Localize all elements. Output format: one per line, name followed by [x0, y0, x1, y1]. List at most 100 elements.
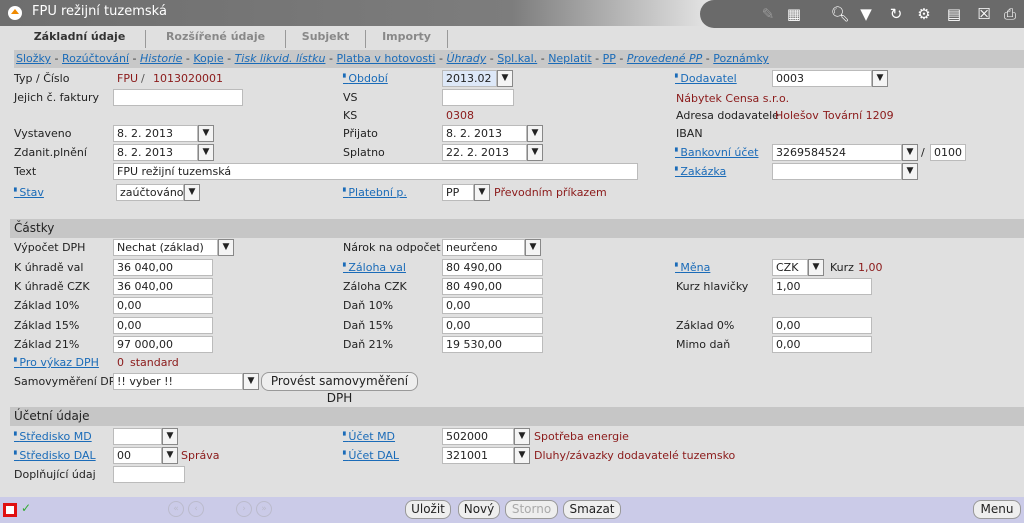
- ulozit-button[interactable]: Uložit: [405, 500, 451, 519]
- mena-select[interactable]: CZK: [772, 259, 808, 276]
- stop-icon[interactable]: [3, 503, 17, 517]
- mimo-input[interactable]: 0,00: [772, 336, 872, 353]
- chevron-down-icon[interactable]: ▼: [902, 163, 918, 180]
- document-icon[interactable]: ▤: [944, 5, 964, 23]
- user-settings-icon[interactable]: ⚙: [914, 5, 934, 23]
- kuhrade-val-input[interactable]: 36 040,00: [113, 259, 213, 276]
- ucet-dal-link[interactable]: Účet DAL: [343, 447, 399, 464]
- link-slozky[interactable]: Složky: [16, 52, 51, 65]
- storno-button[interactable]: Storno: [505, 500, 558, 519]
- smazat-button[interactable]: Smazat: [563, 500, 621, 519]
- chevron-down-icon[interactable]: ▼: [527, 125, 543, 142]
- zaloha-val-input[interactable]: 80 490,00: [442, 259, 543, 276]
- filter-check-icon[interactable]: ✓: [21, 501, 31, 515]
- search-icon[interactable]: 🔍︎: [830, 5, 850, 23]
- obdobi-select[interactable]: 2013.02: [442, 70, 497, 87]
- ucet-md-input[interactable]: 502000: [442, 428, 514, 445]
- zakazka-link[interactable]: Zakázka: [675, 163, 726, 180]
- excel-icon[interactable]: ☒: [974, 5, 994, 23]
- chevron-down-icon[interactable]: ▼: [162, 428, 178, 445]
- print-icon[interactable]: ⎙: [1000, 5, 1020, 23]
- app-logo-icon[interactable]: [8, 6, 22, 20]
- text-input[interactable]: FPU režijní tuzemská: [113, 163, 638, 180]
- chevron-down-icon[interactable]: ▼: [902, 144, 918, 161]
- zaklad15-input[interactable]: 0,00: [113, 317, 213, 334]
- chevron-down-icon[interactable]: ▼: [497, 70, 513, 87]
- bankovni-ucet-input[interactable]: 3269584524: [772, 144, 902, 161]
- zdanit-input[interactable]: 8. 2. 2013: [113, 144, 198, 161]
- chevron-down-icon[interactable]: ▼: [198, 144, 214, 161]
- menu-button[interactable]: Menu: [973, 500, 1021, 519]
- narok-select[interactable]: neurčeno: [442, 239, 525, 256]
- link-splkal[interactable]: Spl.kal.: [497, 52, 537, 65]
- doplnujici-input[interactable]: [113, 466, 185, 483]
- chevron-down-icon[interactable]: ▼: [218, 239, 234, 256]
- stredisko-md-link[interactable]: Středisko MD: [14, 428, 91, 445]
- platebni-link[interactable]: Platební p.: [343, 184, 407, 201]
- link-provedene-pp[interactable]: Provedené PP: [627, 52, 702, 65]
- zaklad21-input[interactable]: 97 000,00: [113, 336, 213, 353]
- chevron-down-icon[interactable]: ▼: [514, 428, 530, 445]
- tab-importy[interactable]: Importy: [366, 30, 448, 48]
- dan10-input[interactable]: 0,00: [442, 297, 543, 314]
- chevron-down-icon[interactable]: ▼: [198, 125, 214, 142]
- refresh-icon[interactable]: ↻: [886, 5, 906, 23]
- stredisko-dal-input[interactable]: 00: [113, 447, 162, 464]
- link-poznamky[interactable]: Poznámky: [713, 52, 769, 65]
- samovymereni-button[interactable]: Provést samovyměření DPH: [261, 372, 418, 405]
- vs-input[interactable]: [442, 89, 514, 106]
- faktura-input[interactable]: [113, 89, 243, 106]
- zakazka-input[interactable]: [772, 163, 902, 180]
- kurzh-input[interactable]: 1,00: [772, 278, 872, 295]
- banka-input[interactable]: 0100: [930, 144, 966, 161]
- dodavatel-link[interactable]: Dodavatel: [675, 70, 736, 87]
- vystaveno-input[interactable]: 8. 2. 2013: [113, 125, 198, 142]
- ucet-md-link[interactable]: Účet MD: [343, 428, 395, 445]
- obdobi-link[interactable]: Období: [343, 70, 387, 87]
- next-icon[interactable]: ›: [236, 501, 252, 517]
- dan15-input[interactable]: 0,00: [442, 317, 543, 334]
- chevron-down-icon[interactable]: ▼: [243, 373, 259, 390]
- chevron-down-icon[interactable]: ▼: [514, 447, 530, 464]
- tab-subjekt[interactable]: Subjekt: [286, 30, 366, 48]
- stav-select[interactable]: zaúčtováno: [116, 184, 184, 201]
- table-icon[interactable]: ▦: [784, 5, 804, 23]
- stav-link[interactable]: Stav: [14, 184, 44, 201]
- splatno-input[interactable]: 22. 2. 2013: [442, 144, 527, 161]
- zaklad10-input[interactable]: 0,00: [113, 297, 213, 314]
- dodavatel-input[interactable]: 0003: [772, 70, 872, 87]
- bankovni-ucet-link[interactable]: Bankovní účet: [675, 144, 758, 161]
- chevron-down-icon[interactable]: ▼: [808, 259, 824, 276]
- stredisko-md-input[interactable]: [113, 428, 162, 445]
- link-kopie[interactable]: Kopie: [193, 52, 223, 65]
- kuhrade-czk-input[interactable]: 36 040,00: [113, 278, 213, 295]
- edit-icon[interactable]: ✎: [758, 5, 778, 23]
- link-historie[interactable]: Historie: [140, 52, 182, 65]
- link-neplatit[interactable]: Neplatit: [548, 52, 591, 65]
- stredisko-dal-link[interactable]: Středisko DAL: [14, 447, 95, 464]
- mena-link[interactable]: Měna: [675, 259, 710, 276]
- link-pp[interactable]: PP: [603, 52, 616, 65]
- last-icon[interactable]: »: [256, 501, 272, 517]
- link-uhrady[interactable]: Úhrady: [446, 52, 486, 65]
- zaloha-val-link[interactable]: Záloha val: [343, 259, 406, 276]
- dan21-input[interactable]: 19 530,00: [442, 336, 543, 353]
- platebni-select[interactable]: PP: [442, 184, 474, 201]
- chevron-down-icon[interactable]: ▼: [474, 184, 490, 201]
- vypocet-select[interactable]: Nechat (základ): [113, 239, 218, 256]
- link-platba[interactable]: Platba v hotovosti: [336, 52, 435, 65]
- zaklad0-input[interactable]: 0,00: [772, 317, 872, 334]
- tab-rozsirene-udaje[interactable]: Rozšířené údaje: [146, 30, 286, 48]
- ucet-dal-input[interactable]: 321001: [442, 447, 514, 464]
- vykaz-link[interactable]: Pro výkaz DPH: [14, 354, 99, 371]
- chevron-down-icon[interactable]: ▼: [527, 144, 543, 161]
- chevron-down-icon[interactable]: ▼: [184, 184, 200, 201]
- filter-icon[interactable]: ▼: [856, 5, 876, 23]
- prijato-input[interactable]: 8. 2. 2013: [442, 125, 527, 142]
- samo-select[interactable]: !! vyber !!: [113, 373, 243, 390]
- first-icon[interactable]: «: [168, 501, 184, 517]
- chevron-down-icon[interactable]: ▼: [525, 239, 541, 256]
- link-tisk[interactable]: Tisk likvid. lístku: [235, 52, 326, 65]
- zaloha-czk-input[interactable]: 80 490,00: [442, 278, 543, 295]
- link-rozuctovani[interactable]: Rozúčtování: [62, 52, 129, 65]
